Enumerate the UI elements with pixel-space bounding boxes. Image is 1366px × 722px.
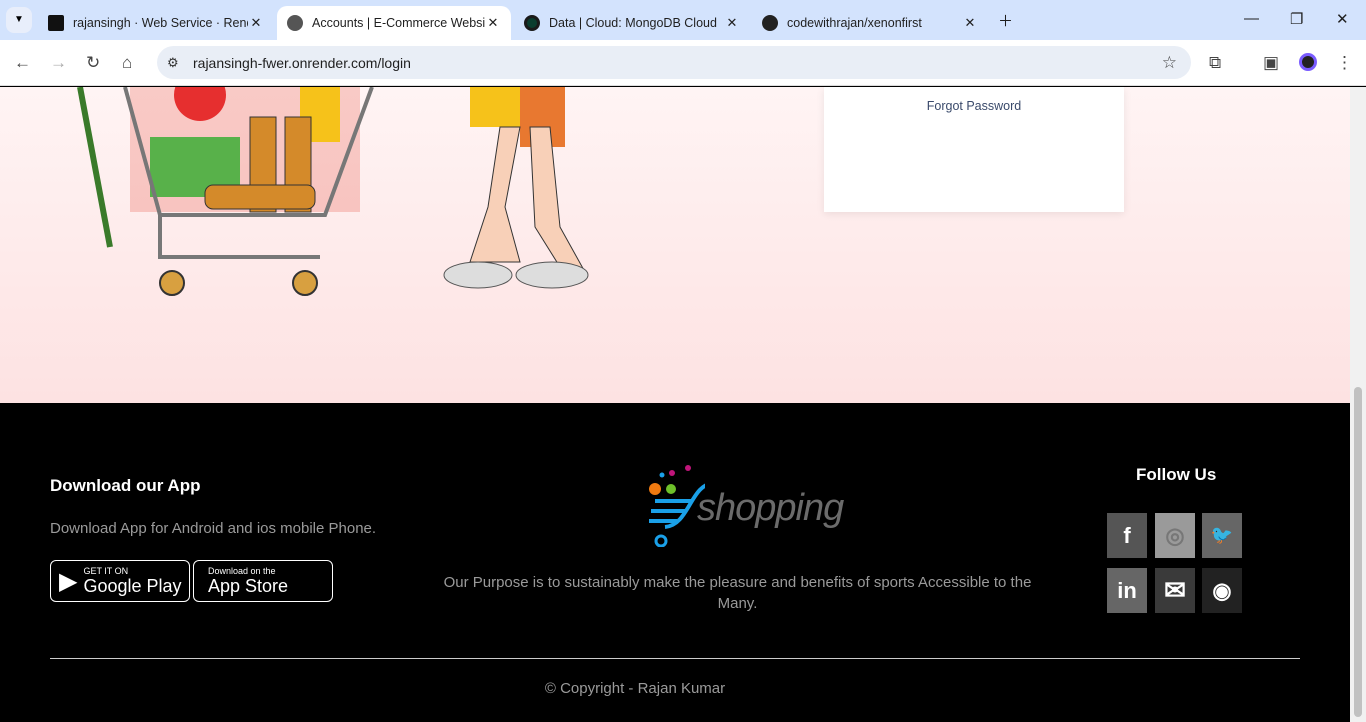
- google-play-small: GET IT ON: [83, 565, 129, 576]
- reload-icon[interactable]: ↻: [86, 53, 100, 73]
- follow-us-title: Follow Us: [1136, 465, 1217, 484]
- tab-render[interactable]: rajansingh · Web Service · Render ✕: [38, 6, 274, 40]
- side-panel-icon[interactable]: ▣: [1263, 53, 1279, 73]
- tab-title: Accounts | E-Commerce Website: [312, 16, 485, 30]
- app-store-button[interactable]: Download on the App Store: [193, 560, 333, 602]
- footer: Download our App Download App for Androi…: [0, 403, 1350, 722]
- close-tab-icon[interactable]: ✕: [485, 15, 501, 31]
- minimize-button[interactable]: —: [1244, 10, 1259, 27]
- facebook-icon[interactable]: f: [1107, 513, 1147, 558]
- app-store-small: Download on the: [208, 565, 276, 576]
- tab-title: Data | Cloud: MongoDB Cloud: [549, 16, 717, 30]
- email-icon[interactable]: ✉: [1155, 568, 1195, 613]
- tab-accounts[interactable]: Accounts | E-Commerce Website ✕: [277, 6, 511, 40]
- tab-mongodb[interactable]: Data | Cloud: MongoDB Cloud ✕: [514, 6, 750, 40]
- scrollbar-thumb[interactable]: [1354, 387, 1362, 717]
- close-tab-icon[interactable]: ✕: [248, 15, 264, 31]
- close-window-button[interactable]: ✕: [1336, 10, 1349, 28]
- logo-text: shopping: [697, 487, 844, 529]
- app-store-label: App Store: [208, 575, 289, 596]
- cart-logo-icon: [649, 465, 705, 547]
- footer-divider: [50, 658, 1300, 659]
- login-card: Forgot Password: [824, 87, 1124, 212]
- purpose-text: Our Purpose is to sustainably make the p…: [443, 574, 1032, 612]
- home-icon[interactable]: ⌂: [122, 53, 132, 73]
- toolbar: ← → ↻ ⌂ ⚙ rajansingh-fwer.onrender.com/l…: [0, 40, 1366, 86]
- linkedin-icon[interactable]: in: [1107, 568, 1147, 613]
- extensions-icon[interactable]: ⧉: [1209, 53, 1221, 73]
- globe-icon: [287, 15, 303, 31]
- render-icon: [48, 15, 64, 31]
- new-tab-button[interactable]: ＋: [998, 10, 1013, 31]
- profile-avatar[interactable]: [1299, 53, 1317, 71]
- login-section: Forgot Password: [0, 87, 1350, 403]
- google-play-label: Google Play: [83, 575, 182, 596]
- shopping-logo[interactable]: shopping: [645, 465, 844, 547]
- google-play-button[interactable]: ▶ GET IT ON Google Play: [50, 560, 190, 602]
- tab-github[interactable]: codewithrajan/xenonfirst ✕: [752, 6, 988, 40]
- tab-search-button[interactable]: ▼: [6, 7, 32, 33]
- forgot-password-link[interactable]: Forgot Password: [824, 99, 1124, 113]
- site-info-icon[interactable]: ⚙: [167, 55, 183, 71]
- address-bar[interactable]: ⚙ rajansingh-fwer.onrender.com/login ☆: [157, 46, 1191, 79]
- github-icon: [762, 15, 778, 31]
- url-text[interactable]: rajansingh-fwer.onrender.com/login: [193, 55, 411, 71]
- bookmark-star-icon[interactable]: ☆: [1162, 53, 1177, 73]
- forward-icon[interactable]: →: [50, 53, 67, 73]
- restore-button[interactable]: ❐: [1290, 10, 1303, 28]
- download-title: Download our App: [50, 476, 201, 495]
- shopping-illustration: [77, 87, 589, 296]
- close-tab-icon[interactable]: ✕: [724, 15, 740, 31]
- back-icon[interactable]: ←: [14, 53, 31, 73]
- menu-icon[interactable]: ⋮: [1336, 53, 1353, 73]
- google-play-icon: ▶: [59, 567, 78, 595]
- tab-title: rajansingh · Web Service · Render: [73, 16, 248, 30]
- tab-title: codewithrajan/xenonfirst: [787, 16, 922, 30]
- github-icon[interactable]: ◉: [1202, 568, 1242, 613]
- mongodb-leaf-icon: [524, 15, 540, 31]
- page-scrollbar[interactable]: [1350, 87, 1366, 722]
- twitter-icon[interactable]: 🐦: [1202, 513, 1242, 558]
- copyright-text: © Copyright - Rajan Kumar: [544, 680, 726, 697]
- close-tab-icon[interactable]: ✕: [962, 15, 978, 31]
- download-text: Download App for Android and ios mobile …: [50, 520, 377, 537]
- instagram-icon[interactable]: ◎: [1155, 513, 1195, 558]
- tab-bar: ▼ rajansingh · Web Service · Render ✕ Acc…: [0, 0, 1366, 40]
